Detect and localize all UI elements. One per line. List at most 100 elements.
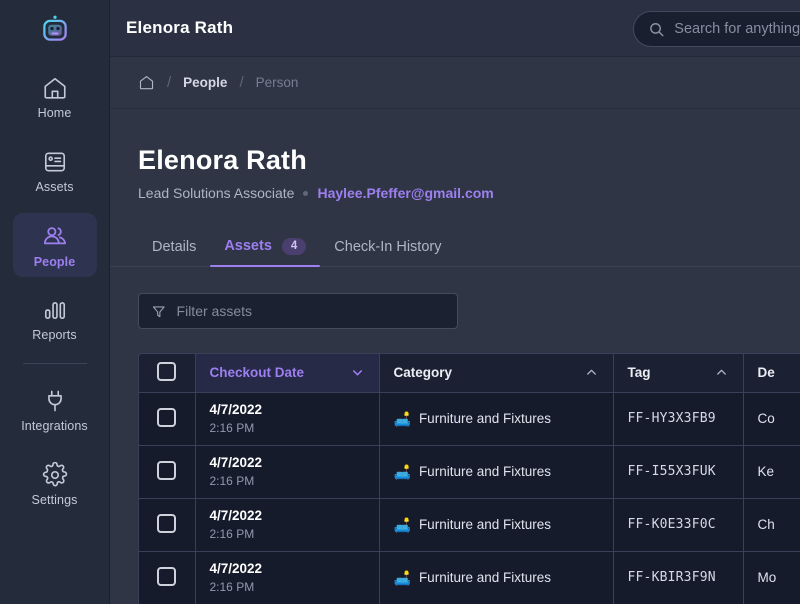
app-logo[interactable] [0, 0, 110, 57]
assets-table-container: Checkout Date Category Tag De 4/7/2022 2… [138, 353, 800, 604]
table-row[interactable]: 4/7/2022 2:16 PM 🛋️ Furniture and Fixtur… [139, 445, 800, 499]
row-checkbox[interactable] [157, 460, 177, 480]
checkout-time: 2:16 PM [209, 580, 255, 595]
tab-label: Check-In History [334, 239, 442, 255]
topbar: Elenora Rath [110, 0, 800, 57]
content-panel: Elenora Rath Lead Solutions Associate Ha… [110, 109, 800, 604]
category-label: Furniture and Fixtures [418, 464, 551, 479]
cell-tag: FF-KBIR3F9N [613, 551, 744, 604]
column-label: De [757, 365, 775, 381]
tab-check-in-history[interactable]: Check-In History [320, 239, 455, 266]
row-checkbox[interactable] [157, 407, 177, 427]
tab-bar: Details Assets 4 Check-In History [110, 227, 800, 267]
sidebar-item-label: Assets [35, 179, 74, 194]
meta-separator-dot [303, 190, 309, 196]
column-label: Tag [627, 365, 651, 381]
filter-assets-input[interactable] [176, 303, 445, 319]
table-row[interactable]: 4/7/2022 2:16 PM 🛋️ Furniture and Fixtur… [139, 392, 800, 446]
breadcrumb: / People / Person [110, 57, 800, 109]
filter-row [110, 267, 800, 329]
chevron-up-icon [716, 369, 726, 375]
column-header-checkout-date[interactable]: Checkout Date [195, 354, 380, 393]
row-select-cell [139, 498, 196, 552]
sidebar-nav: Home Assets People Reports Integrations … [0, 57, 110, 526]
breadcrumb-item-person: Person [255, 75, 299, 90]
home-outline-icon[interactable] [138, 74, 155, 91]
column-header-tag[interactable]: Tag [613, 354, 744, 393]
plug-icon [47, 390, 62, 411]
checkout-date: 4/7/2022 [209, 454, 263, 470]
tab-details[interactable]: Details [138, 239, 210, 266]
tab-label: Details [152, 239, 197, 255]
cell-category: 🛋️ Furniture and Fixtures [379, 392, 614, 446]
tab-badge-count: 4 [281, 237, 307, 255]
table-row[interactable]: 4/7/2022 2:16 PM 🛋️ Furniture and Fixtur… [139, 498, 800, 552]
sidebar-item-integrations[interactable]: Integrations [13, 378, 97, 442]
sidebar: Home Assets People Reports Integrations … [0, 0, 110, 604]
gear-icon [42, 461, 67, 486]
people-icon [43, 226, 66, 244]
sidebar-item-people[interactable]: People [12, 213, 97, 277]
cell-category: 🛋️ Furniture and Fixtures [379, 445, 614, 499]
column-label: Category [393, 365, 453, 381]
person-role: Lead Solutions Associate [138, 185, 295, 201]
cell-description: Ch [743, 498, 800, 552]
person-email-link[interactable]: Haylee.Pfeffer@gmail.com [317, 185, 493, 201]
global-search[interactable] [633, 11, 800, 47]
cell-checkout-date: 4/7/2022 2:16 PM [195, 445, 380, 499]
search-input[interactable] [674, 21, 800, 37]
cell-description: Co [743, 392, 800, 446]
sidebar-item-label: Home [37, 105, 72, 120]
assets-table: Checkout Date Category Tag De 4/7/2022 2… [139, 354, 800, 604]
column-header-description[interactable]: De [743, 354, 800, 393]
table-header-row: Checkout Date Category Tag De [139, 354, 800, 393]
row-checkbox[interactable] [157, 513, 177, 533]
sidebar-item-assets[interactable]: Assets [13, 139, 97, 203]
funnel-icon [152, 305, 165, 317]
row-checkbox[interactable] [157, 566, 177, 586]
cell-checkout-date: 4/7/2022 2:16 PM [195, 498, 380, 552]
couch-icon: 🛋️ [393, 516, 411, 533]
table-body: 4/7/2022 2:16 PM 🛋️ Furniture and Fixtur… [139, 392, 800, 604]
sidebar-item-label: Reports [32, 327, 77, 342]
robot-logo-icon [42, 15, 67, 41]
checkout-date: 4/7/2022 [209, 560, 263, 576]
home-icon [43, 77, 66, 99]
checkout-time: 2:16 PM [209, 474, 255, 489]
checkout-date: 4/7/2022 [209, 401, 263, 417]
monitor-icon [44, 152, 65, 171]
couch-icon: 🛋️ [393, 569, 411, 586]
cell-checkout-date: 4/7/2022 2:16 PM [195, 551, 380, 604]
select-all-checkbox[interactable] [157, 361, 177, 381]
column-header-category[interactable]: Category [379, 354, 614, 393]
tab-assets[interactable]: Assets 4 [210, 237, 321, 267]
sidebar-item-reports[interactable]: Reports [13, 287, 97, 351]
cell-checkout-date: 4/7/2022 2:16 PM [195, 392, 380, 446]
table-row[interactable]: 4/7/2022 2:16 PM 🛋️ Furniture and Fixtur… [139, 551, 800, 604]
breadcrumb-separator: / [167, 74, 172, 91]
sidebar-item-label: Integrations [21, 418, 88, 433]
tab-label: Assets [224, 238, 272, 255]
cell-tag: FF-I55X3FUK [613, 445, 744, 499]
table-head: Checkout Date Category Tag De [139, 354, 800, 393]
sidebar-item-home[interactable]: Home [13, 65, 97, 129]
app-root: Home Assets People Reports Integrations … [0, 0, 800, 604]
select-all-header [139, 354, 196, 393]
cell-tag: FF-K0E33F0C [613, 498, 744, 552]
search-icon [650, 22, 664, 36]
category-label: Furniture and Fixtures [418, 570, 551, 585]
sidebar-item-label: Settings [31, 492, 78, 507]
chevron-down-icon [352, 370, 362, 376]
row-select-cell [139, 392, 196, 446]
cell-description: Ke [743, 445, 800, 499]
sidebar-item-settings[interactable]: Settings [13, 452, 97, 516]
sidebar-divider [22, 363, 87, 364]
filter-assets-box[interactable] [138, 293, 458, 329]
checkout-date: 4/7/2022 [209, 507, 263, 523]
breadcrumb-item-people[interactable]: People [183, 75, 227, 90]
column-label: Checkout Date [209, 365, 305, 381]
profile-header: Elenora Rath Lead Solutions Associate Ha… [110, 109, 800, 201]
checkout-time: 2:16 PM [209, 421, 255, 436]
bar-chart-icon [44, 301, 65, 319]
cell-tag: FF-HY3X3FB9 [613, 392, 744, 446]
